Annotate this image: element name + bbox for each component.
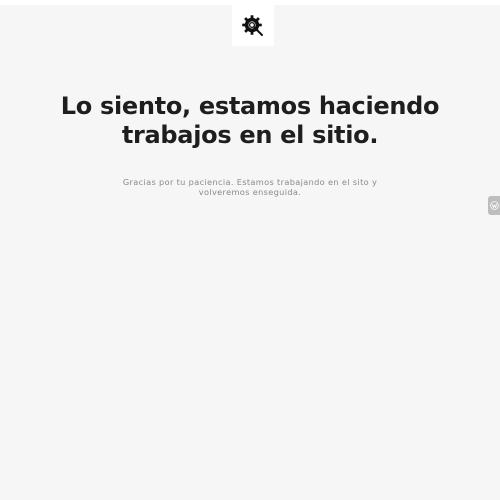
wordpress-icon bbox=[490, 197, 499, 215]
logo-container bbox=[232, 5, 274, 46]
maintenance-message: Lo siento, estamos haciendo trabajos en … bbox=[0, 92, 500, 197]
gear-search-icon bbox=[241, 14, 265, 38]
page-title: Lo siento, estamos haciendo trabajos en … bbox=[60, 92, 440, 149]
wordpress-login-tab[interactable] bbox=[488, 196, 500, 215]
page-subtitle: Gracias por tu paciencia. Estamos trabaj… bbox=[122, 177, 378, 197]
